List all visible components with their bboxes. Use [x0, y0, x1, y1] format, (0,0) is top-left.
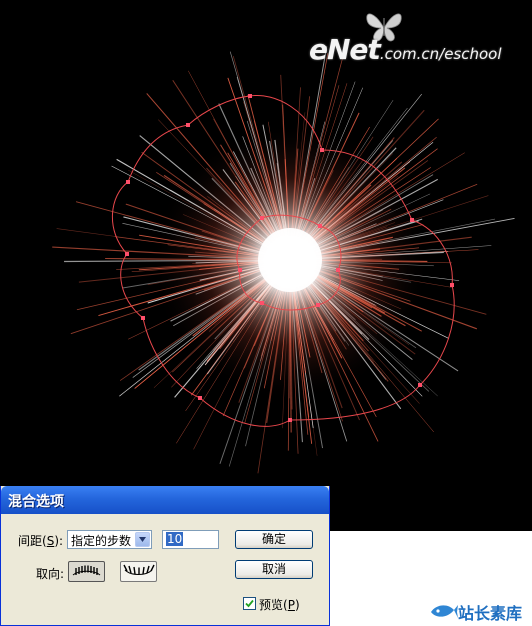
fish-logo-icon	[431, 605, 458, 618]
align-to-path-icon	[123, 564, 155, 575]
burst-artwork	[52, 46, 515, 474]
anchor-point	[288, 418, 292, 422]
artboard-canvas: eNet.com.cn/eschool	[0, 0, 532, 531]
watermark-text: eNet.com.cn/eschool	[309, 33, 502, 66]
anchor-point	[125, 252, 129, 256]
steps-input[interactable]: 10	[162, 530, 219, 549]
anchor-point	[418, 383, 422, 387]
chevron-down-icon	[139, 537, 146, 542]
anchor-point	[141, 316, 145, 320]
spacing-label: 间距(S):	[18, 532, 63, 549]
blend-options-dialog: 混合选项 间距(S): 指定的步数 10 确定 取向: 取消 预览(P)	[0, 486, 330, 626]
preview-checkbox[interactable]	[243, 597, 256, 610]
spacing-label-tail: ):	[54, 534, 64, 548]
spacing-select[interactable]: 指定的步数	[67, 530, 152, 549]
anchor-point	[410, 218, 414, 222]
anchor-point	[260, 216, 264, 220]
watermark-brand: eNet	[309, 33, 381, 66]
align-to-page-button[interactable]	[68, 561, 105, 582]
enet-watermark: eNet.com.cn/eschool	[307, 6, 522, 70]
preview-label-tail: )	[294, 598, 300, 612]
anchor-point	[318, 224, 322, 228]
preview-mnemonic: P	[287, 598, 295, 612]
orientation-label: 取向:	[36, 567, 65, 581]
anchor-point	[260, 301, 264, 305]
spacing-select-value: 指定的步数	[71, 534, 132, 548]
check-icon	[245, 599, 254, 608]
anchor-point	[248, 94, 252, 98]
dialog-titlebar[interactable]: 混合选项	[1, 486, 329, 514]
anchor-point	[126, 180, 130, 184]
watermark-url: .com.cn/eschool	[379, 45, 502, 63]
burst-core	[258, 228, 322, 292]
spacing-label-text: 间距(	[18, 534, 47, 548]
anchor-point	[450, 283, 454, 287]
anchor-point	[336, 268, 340, 272]
cancel-button[interactable]: 取消	[235, 560, 313, 579]
align-to-path-button[interactable]	[120, 561, 157, 582]
chinaz-logo: 站长素库	[428, 598, 532, 626]
dialog-title: 混合选项	[8, 494, 64, 510]
anchor-point	[320, 148, 324, 152]
preview-label-text: 预览(	[259, 598, 288, 612]
preview-label[interactable]: 预览(P)	[259, 596, 300, 613]
chinaz-logo-text: 站长素库	[458, 604, 523, 623]
anchor-point	[238, 268, 242, 272]
anchor-point	[316, 303, 320, 307]
steps-input-value: 10	[166, 532, 184, 546]
anchor-point	[198, 396, 202, 400]
anchor-point	[186, 123, 190, 127]
align-to-page-icon	[72, 565, 101, 576]
ok-button[interactable]: 确定	[235, 530, 313, 549]
spacing-dropdown-button[interactable]	[135, 532, 150, 547]
